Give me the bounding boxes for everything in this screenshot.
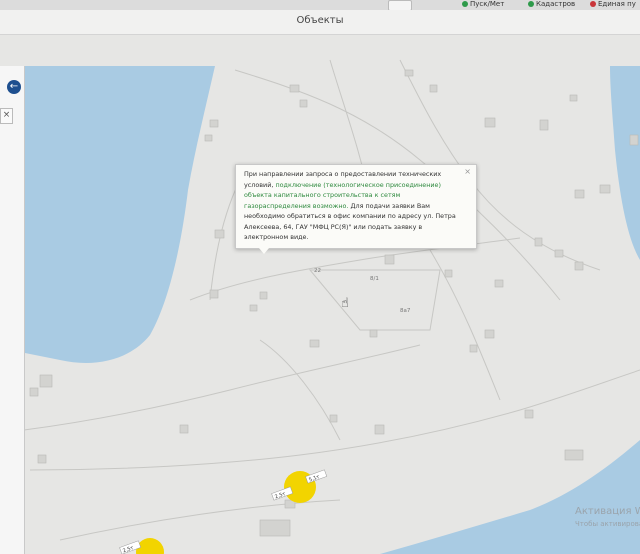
window-titlebar: Объекты bbox=[0, 10, 640, 35]
parcel-label: 8/1 bbox=[370, 276, 379, 282]
red-dot-icon bbox=[590, 1, 596, 7]
activation-watermark-title: Активация W bbox=[575, 506, 640, 517]
green-dot-icon bbox=[528, 1, 534, 7]
window-title: Объекты bbox=[296, 15, 344, 26]
bookmark-label: Пуск/Мет bbox=[470, 0, 505, 8]
back-arrow-icon[interactable]: ← bbox=[7, 80, 21, 94]
hand-cursor-icon: ☝ bbox=[341, 296, 349, 311]
bookmark-item-3[interactable]: Единая пу bbox=[590, 0, 636, 9]
bookmark-label: Кадастров bbox=[536, 0, 576, 8]
bookmark-item-2[interactable]: Кадастров bbox=[528, 0, 575, 9]
close-icon[interactable]: × bbox=[0, 108, 13, 124]
popup-pointer bbox=[259, 248, 269, 254]
left-side-panel bbox=[0, 66, 25, 554]
popup-close-icon[interactable]: × bbox=[464, 167, 471, 176]
activation-watermark-subtitle: Чтобы активировать bbox=[575, 520, 640, 528]
popup-text: При направлении запроса о предоставлении… bbox=[244, 169, 468, 243]
map-canvas[interactable]: 22 8/1 8а7 2,5т 5,1т 2,5т bbox=[0, 35, 640, 554]
parcel-label: 8а7 bbox=[400, 308, 411, 314]
bookmark-label: Единая пу bbox=[598, 0, 636, 8]
parcel-label: 22 bbox=[314, 268, 321, 274]
info-popup: × При направлении запроса о предоставлен… bbox=[235, 164, 477, 254]
green-dot-icon bbox=[462, 1, 468, 7]
bookmark-item-1[interactable]: Пуск/Мет bbox=[462, 0, 504, 9]
